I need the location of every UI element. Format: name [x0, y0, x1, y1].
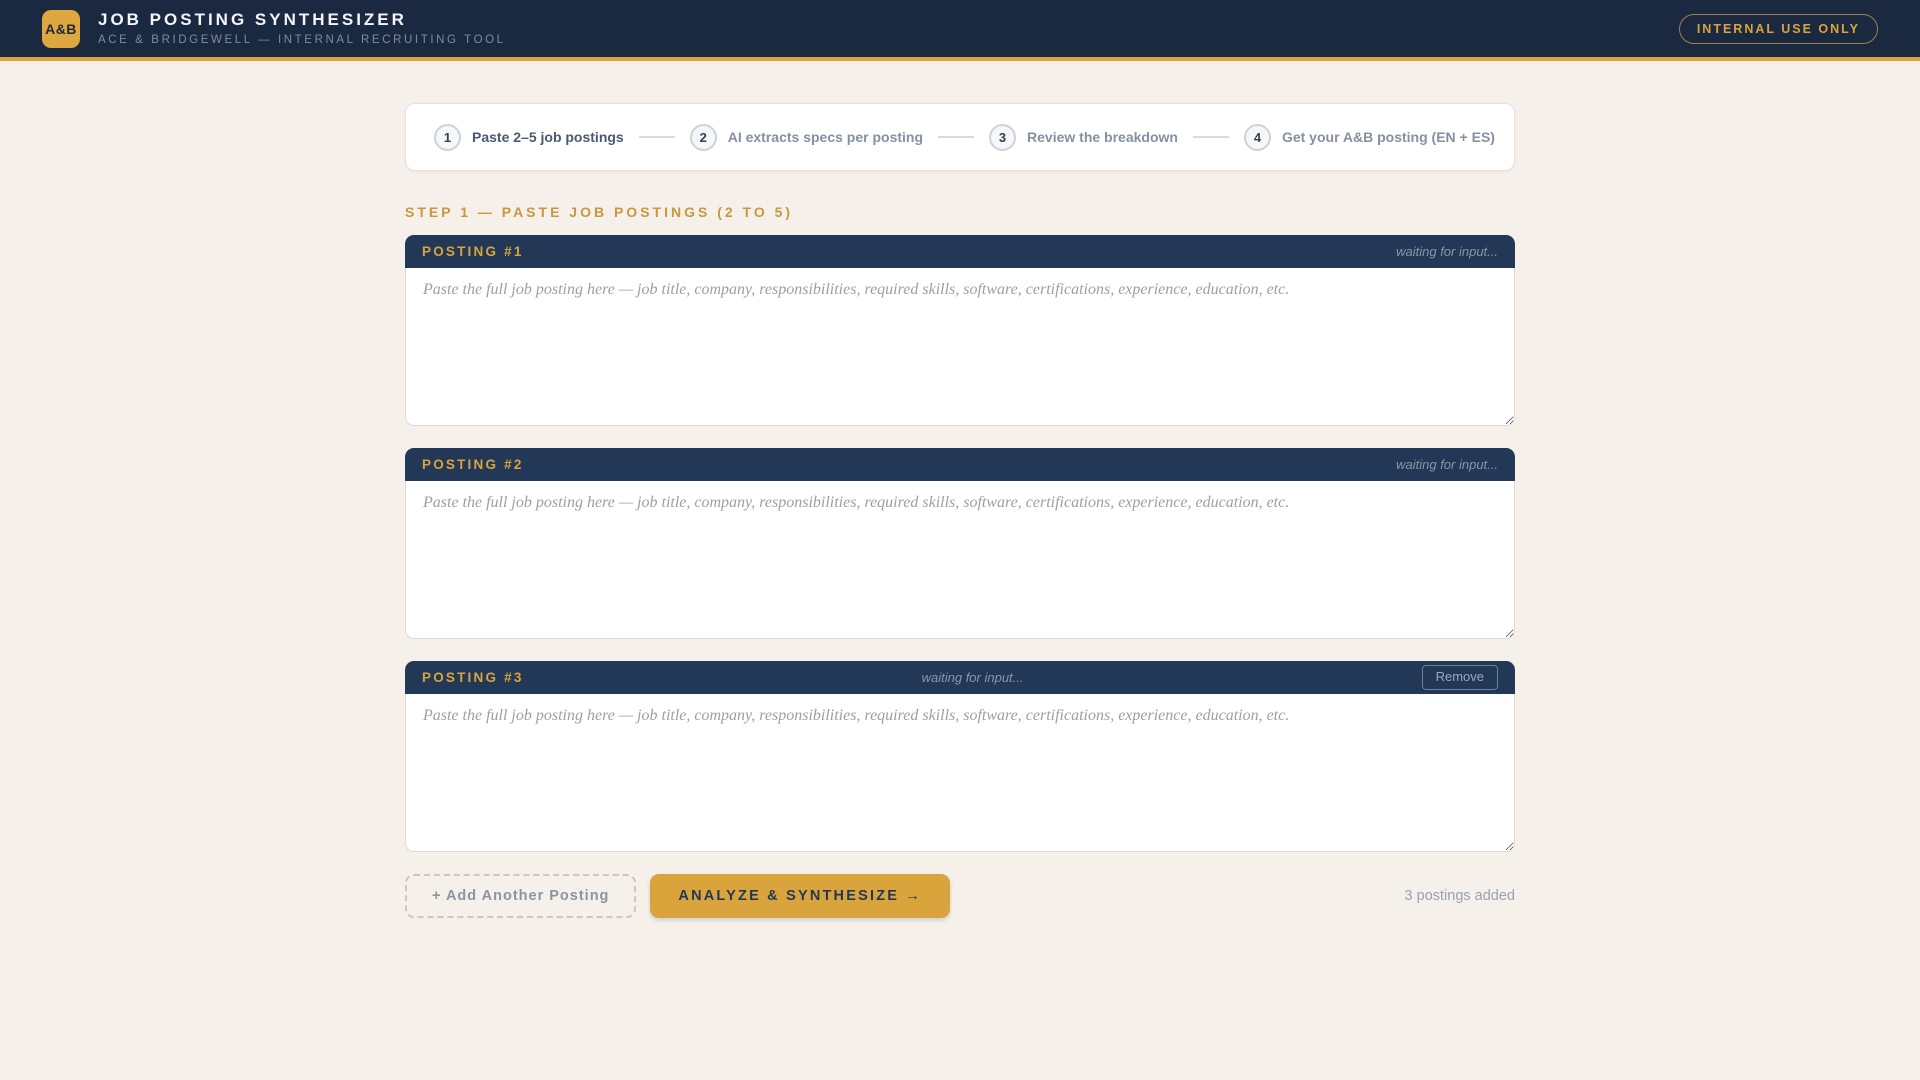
- app-title: JOB POSTING SYNTHESIZER: [98, 10, 407, 30]
- main-content: 1 Paste 2–5 job postings 2 AI extracts s…: [405, 103, 1515, 918]
- posting-card-3-header: POSTING #3 waiting for input... Remove: [405, 661, 1515, 694]
- stepper-step-1: 1 Paste 2–5 job postings: [434, 123, 624, 151]
- stepper-step-4: 4 Get your A&B posting (EN + ES): [1243, 123, 1495, 151]
- stepper-step-2: 2 AI extracts specs per posting: [689, 123, 924, 151]
- internal-use-badge: INTERNAL USE ONLY: [1678, 13, 1878, 44]
- step-1-label: Paste 2–5 job postings: [472, 129, 624, 145]
- posting-2-status: waiting for input...: [1396, 457, 1498, 472]
- step-connector: [638, 136, 675, 138]
- posting-card-1-header: POSTING #1 waiting for input...: [405, 235, 1515, 268]
- posting-3-textarea[interactable]: [405, 694, 1515, 852]
- app-header: A&B JOB POSTING SYNTHESIZER ACE & BRIDGE…: [0, 0, 1920, 61]
- step-connector: [938, 136, 975, 138]
- step-1-number: 1: [434, 123, 461, 151]
- stepper: 1 Paste 2–5 job postings 2 AI extracts s…: [405, 103, 1515, 171]
- posting-1-title: POSTING #1: [422, 244, 524, 259]
- posting-1-textarea[interactable]: [405, 268, 1515, 426]
- actions-row: + Add Another Posting ANALYZE & SYNTHESI…: [405, 874, 1515, 918]
- app-logo: A&B: [42, 9, 80, 48]
- posting-3-title: POSTING #3: [422, 670, 524, 685]
- app-subtitle: ACE & BRIDGEWELL — INTERNAL RECRUITING T…: [98, 33, 506, 46]
- step-3-label: Review the breakdown: [1027, 129, 1178, 145]
- analyze-synthesize-button[interactable]: ANALYZE & SYNTHESIZE →: [650, 874, 951, 918]
- step-2-label: AI extracts specs per posting: [727, 129, 924, 145]
- step-3-number: 3: [989, 123, 1017, 151]
- posting-2-textarea[interactable]: [405, 481, 1515, 639]
- posting-card-3: POSTING #3 waiting for input... Remove: [405, 661, 1515, 852]
- step-connector: [1192, 136, 1229, 138]
- posting-2-title: POSTING #2: [422, 457, 524, 472]
- posting-card-2: POSTING #2 waiting for input...: [405, 448, 1515, 639]
- postings-count: 3 postings added: [1404, 888, 1515, 904]
- add-posting-button[interactable]: + Add Another Posting: [405, 874, 637, 918]
- stepper-step-3: 3 Review the breakdown: [989, 123, 1178, 151]
- posting-3-status: waiting for input...: [921, 670, 1024, 685]
- step-4-label: Get your A&B posting (EN + ES): [1281, 129, 1495, 145]
- posting-card-1: POSTING #1 waiting for input...: [405, 235, 1515, 426]
- step-2-number: 2: [689, 123, 717, 151]
- section-heading: STEP 1 — PASTE JOB POSTINGS (2 TO 5): [405, 204, 794, 220]
- step-4-number: 4: [1243, 123, 1271, 151]
- posting-1-status: waiting for input...: [1396, 244, 1498, 259]
- remove-posting-3-button[interactable]: Remove: [1421, 665, 1498, 690]
- header-titles: JOB POSTING SYNTHESIZER ACE & BRIDGEWELL…: [98, 10, 506, 46]
- posting-card-2-header: POSTING #2 waiting for input...: [405, 448, 1515, 481]
